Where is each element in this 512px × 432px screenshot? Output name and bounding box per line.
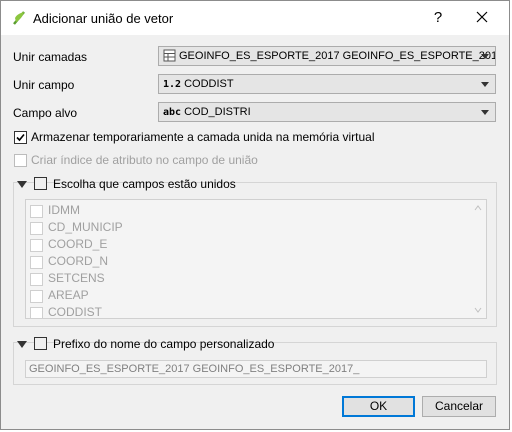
index-checkbox[interactable] [14, 154, 27, 167]
field-name: COORD_E [48, 237, 108, 251]
title-bar: Adicionar união de vetor ? [1, 1, 509, 35]
chevron-down-icon [481, 110, 489, 115]
list-scrollbar[interactable] [470, 200, 486, 318]
list-item[interactable]: AREAP [26, 287, 466, 304]
cache-checkbox[interactable] [14, 131, 27, 144]
join-layer-label: Unir camadas [13, 50, 88, 64]
fields-group-checkbox[interactable] [34, 177, 47, 190]
field-checkbox[interactable] [30, 273, 43, 286]
table-layer-icon [163, 49, 176, 62]
index-label: Criar índice de atributo no campo de uni… [31, 153, 258, 167]
field-checkbox[interactable] [30, 239, 43, 252]
target-field-combo[interactable]: abc COD_DISTRI [158, 102, 496, 122]
join-field-combo[interactable]: 1.2 CODDIST [158, 74, 496, 94]
field-name: IDMM [48, 203, 80, 217]
list-item[interactable]: COORD_E [26, 236, 466, 253]
join-layer-value: GEOINFO_ES_ESPORTE_2017 GEOINFO_ES_ESPOR… [179, 50, 496, 62]
list-item[interactable]: CODDIST [26, 304, 466, 319]
chevron-down-icon [481, 82, 489, 87]
list-item[interactable]: COORD_N [26, 253, 466, 270]
target-field-value: COD_DISTRI [184, 106, 251, 118]
window-title: Adicionar união de vetor [33, 11, 174, 26]
join-field-value: CODDIST [184, 78, 234, 90]
prefix-group-title: Prefixo do nome do campo personalizado [53, 337, 275, 351]
ok-button[interactable]: OK [342, 396, 415, 417]
field-name: CODDIST [48, 305, 102, 319]
field-name: AREAP [48, 288, 89, 302]
prefix-field[interactable]: GEOINFO_ES_ESPORTE_2017 GEOINFO_ES_ESPOR… [25, 360, 487, 378]
fields-group-title: Escolha que campos estão unidos [53, 177, 236, 191]
field-checkbox[interactable] [30, 290, 43, 303]
cache-label: Armazenar temporariamente a camada unida… [31, 130, 375, 144]
scroll-up-icon [474, 205, 482, 211]
field-checkbox[interactable] [30, 256, 43, 269]
field-name: CD_MUNICIP [48, 220, 123, 234]
list-item[interactable]: SETCENS [26, 270, 466, 287]
checkmark-icon [16, 133, 25, 142]
qgis-icon [11, 10, 27, 26]
text-type-icon: abc [163, 107, 182, 118]
field-checkbox[interactable] [30, 307, 43, 318]
join-layer-combo[interactable]: GEOINFO_ES_ESPORTE_2017 GEOINFO_ES_ESPOR… [158, 46, 496, 66]
numeric-type-icon: 1.2 [163, 79, 182, 90]
help-button[interactable]: ? [429, 9, 447, 26]
close-button[interactable] [471, 6, 493, 28]
field-checkbox[interactable] [30, 222, 43, 235]
field-checkbox[interactable] [30, 205, 43, 218]
close-icon [476, 11, 488, 23]
join-vector-dialog: Adicionar união de vetor ? Unir camadas … [0, 0, 510, 430]
list-item[interactable]: CD_MUNICIP [26, 219, 466, 236]
scroll-down-icon [474, 307, 482, 313]
cancel-button[interactable]: Cancelar [422, 396, 496, 417]
list-item[interactable]: IDMM [26, 202, 466, 219]
prefix-group-checkbox[interactable] [34, 337, 47, 350]
collapse-triangle-icon[interactable] [17, 181, 27, 188]
chevron-down-icon [481, 54, 489, 59]
field-name: COORD_N [48, 254, 109, 268]
target-field-label: Campo alvo [13, 106, 78, 120]
field-name: SETCENS [48, 271, 105, 285]
join-field-label: Unir campo [13, 78, 75, 92]
collapse-triangle-icon[interactable] [17, 341, 27, 348]
fields-list[interactable]: IDMM CD_MUNICIP COORD_E COORD_N SETCENS … [25, 199, 487, 319]
